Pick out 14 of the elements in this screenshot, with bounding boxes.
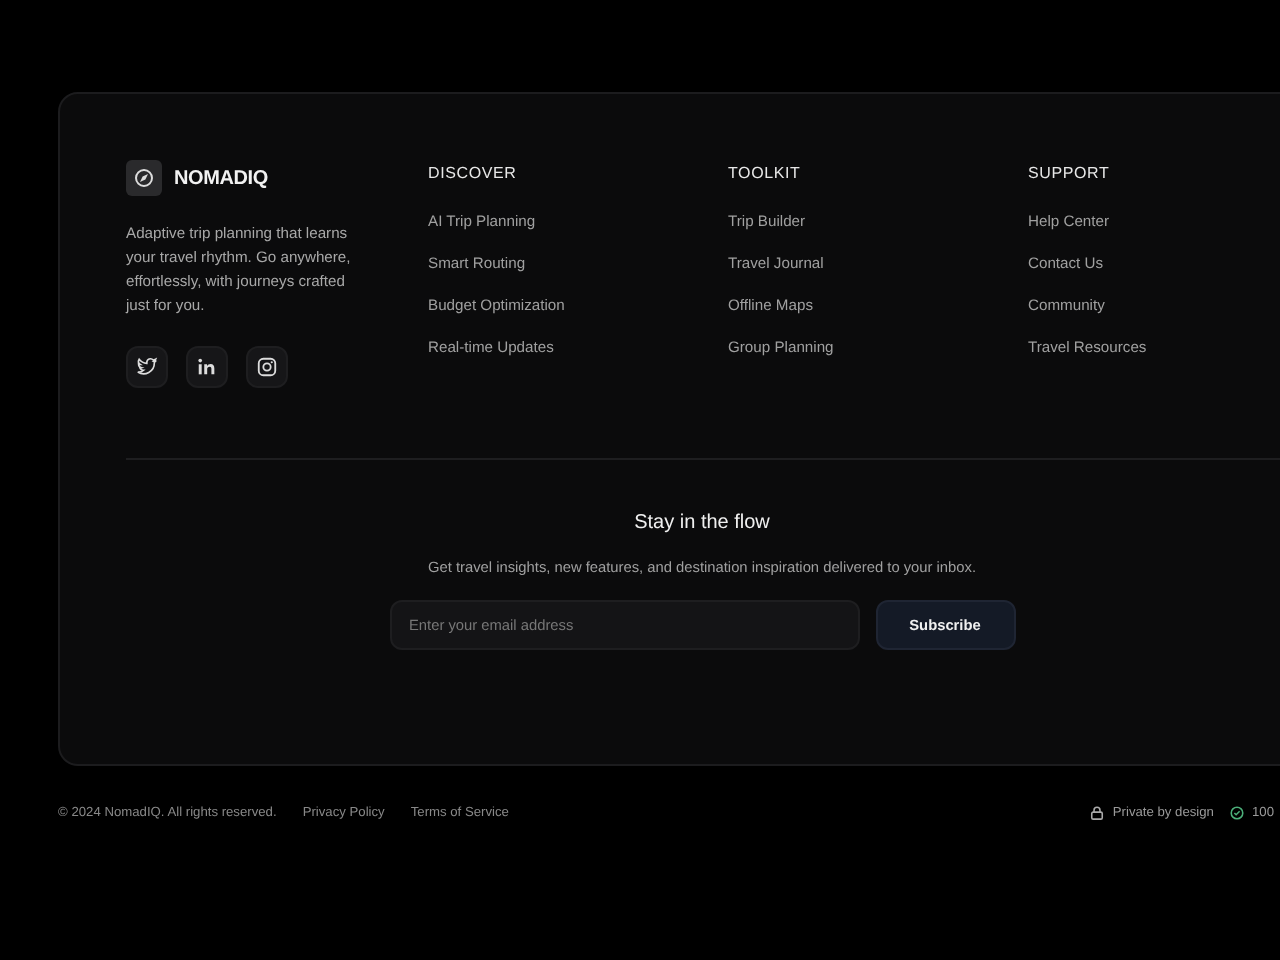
camera-icon xyxy=(256,356,278,378)
linkedin-icon xyxy=(196,356,218,378)
camera-social-button[interactable] xyxy=(246,346,288,388)
bird-social-button[interactable] xyxy=(126,346,168,388)
bird-icon xyxy=(136,356,158,378)
lock-icon xyxy=(1090,805,1105,819)
brand-name: NOMADIQ xyxy=(174,167,268,189)
linkedin-social-button[interactable] xyxy=(186,346,228,388)
check-circle-icon xyxy=(1229,805,1244,819)
column-heading: SUPPORT xyxy=(1028,164,1110,186)
compass-logo-icon xyxy=(126,160,162,196)
newsletter-title: Stay in the flow xyxy=(634,512,770,534)
column-heading: TOOLKIT xyxy=(728,164,801,186)
column-heading: DISCOVER xyxy=(428,164,517,186)
